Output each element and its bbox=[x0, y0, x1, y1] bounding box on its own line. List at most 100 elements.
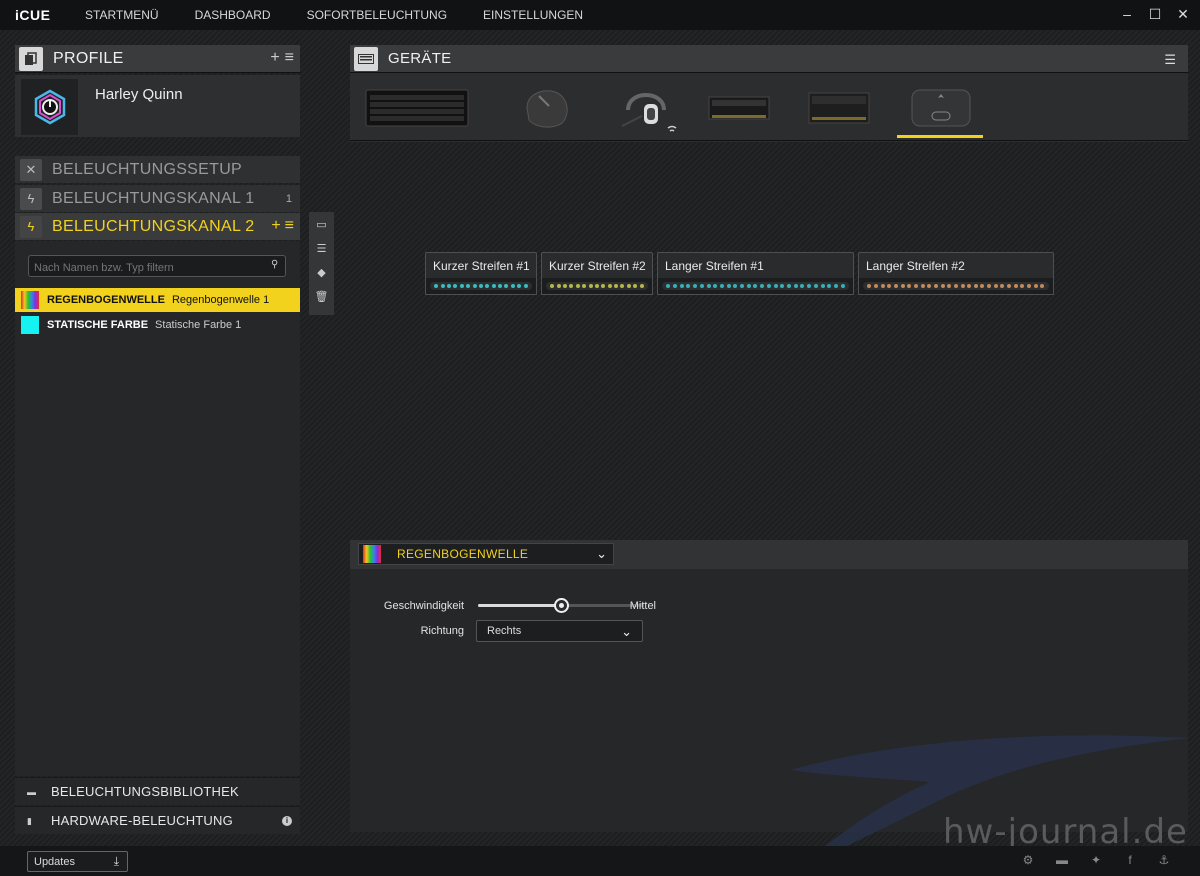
channel-menu-button[interactable]: ≡ bbox=[285, 217, 294, 235]
rainbow-swatch bbox=[363, 545, 381, 563]
led bbox=[673, 284, 678, 288]
profile-name: Harley Quinn bbox=[95, 86, 183, 103]
layers-icon[interactable]: ☰ bbox=[315, 242, 329, 258]
add-effect-button[interactable]: + bbox=[271, 217, 280, 235]
copy-icon[interactable]: ▭ bbox=[315, 218, 329, 234]
strip-short-1[interactable]: Kurzer Streifen #1 bbox=[425, 252, 537, 295]
strip-long-1[interactable]: Langer Streifen #1 bbox=[657, 252, 854, 295]
strip-leds bbox=[662, 282, 849, 290]
led bbox=[446, 284, 451, 288]
nav-instant-lighting[interactable]: SOFORTBELEUCHTUNG bbox=[307, 8, 447, 22]
add-profile-button[interactable]: + bbox=[270, 50, 279, 66]
nav-startmenu[interactable]: STARTMENÜ bbox=[85, 8, 159, 22]
led bbox=[980, 284, 985, 288]
led bbox=[607, 284, 612, 288]
minimize-icon[interactable]: – bbox=[1120, 6, 1134, 22]
led bbox=[773, 284, 778, 288]
chat-icon[interactable]: ▬ bbox=[1054, 853, 1070, 867]
trash-icon[interactable]: 🗑 bbox=[315, 290, 329, 306]
profile-menu-button[interactable]: ≡ bbox=[285, 50, 294, 66]
strip-leds bbox=[430, 282, 532, 290]
led bbox=[666, 284, 671, 288]
speed-value: Mittel bbox=[629, 600, 656, 612]
mouse-icon bbox=[526, 90, 568, 128]
hardware-lighting-row[interactable]: ▮ HARDWARE-BELEUCHTUNG i bbox=[15, 806, 300, 834]
led bbox=[807, 284, 812, 288]
led bbox=[510, 284, 515, 288]
led bbox=[780, 284, 785, 288]
led bbox=[1020, 284, 1025, 288]
device-keyboard[interactable] bbox=[364, 77, 470, 139]
strip-label: Langer Streifen #2 bbox=[858, 252, 1054, 278]
facebook-icon[interactable]: f bbox=[1122, 853, 1138, 867]
led bbox=[472, 284, 477, 288]
corsair-icon[interactable]: ⚓ bbox=[1156, 853, 1172, 867]
led bbox=[594, 284, 599, 288]
lighting-channel-1-row[interactable]: ϟ BELEUCHTUNGSKANAL 1 1 bbox=[15, 185, 300, 212]
strip-short-2[interactable]: Kurzer Streifen #2 bbox=[541, 252, 653, 295]
chevron-down-icon: ⌄ bbox=[621, 624, 632, 639]
device-lighting-node[interactable] bbox=[905, 77, 977, 139]
maximize-icon[interactable]: ☐ bbox=[1148, 6, 1162, 22]
device-ram-rgb[interactable] bbox=[806, 77, 872, 139]
effect-name: Regenbogenwelle 1 bbox=[171, 294, 270, 306]
lighting-library-row[interactable]: ▬ BELEUCHTUNGSBIBLIOTHEK bbox=[15, 777, 300, 805]
led bbox=[562, 284, 567, 288]
chevron-down-icon: ⌄ bbox=[596, 546, 607, 561]
led bbox=[498, 284, 503, 288]
updates-button[interactable]: Updates ⤓ bbox=[27, 851, 128, 872]
lighting-library-label: BELEUCHTUNGSBIBLIOTHEK bbox=[51, 784, 239, 799]
led bbox=[953, 284, 958, 288]
led bbox=[1040, 284, 1045, 288]
led bbox=[679, 284, 684, 288]
speed-slider-fill bbox=[478, 604, 561, 607]
profiles-icon bbox=[19, 46, 43, 71]
move-icon[interactable]: ◆ bbox=[315, 266, 329, 282]
devices-title: GERÄTE bbox=[388, 50, 452, 67]
led bbox=[746, 284, 751, 288]
lightning-icon: ϟ bbox=[20, 215, 42, 238]
device-headset[interactable] bbox=[612, 77, 682, 139]
profile-card[interactable]: Harley Quinn bbox=[15, 75, 300, 137]
led bbox=[686, 284, 691, 288]
hardware-lighting-label: HARDWARE-BELEUCHTUNG bbox=[51, 813, 233, 828]
effect-row-static-color[interactable]: STATISCHE FARBE Statische Farbe 1 bbox=[15, 313, 300, 337]
community-icon[interactable]: ⚙ bbox=[1020, 853, 1036, 867]
led bbox=[760, 284, 765, 288]
effect-type-select[interactable]: REGENBOGENWELLE ⌄ bbox=[358, 543, 614, 565]
led bbox=[827, 284, 832, 288]
led bbox=[893, 284, 898, 288]
device-mouse[interactable] bbox=[516, 77, 578, 139]
effect-row-rainbow-wave[interactable]: REGENBOGENWELLE Regenbogenwelle 1 bbox=[15, 288, 300, 312]
close-icon[interactable]: ✕ bbox=[1176, 6, 1190, 22]
nav-settings[interactable]: EINSTELLUNGEN bbox=[483, 8, 583, 22]
led bbox=[1000, 284, 1005, 288]
led bbox=[1027, 284, 1032, 288]
led bbox=[582, 284, 587, 288]
lighting-channel-2-row[interactable]: ϟ BELEUCHTUNGSKANAL 2 + ≡ bbox=[15, 213, 300, 240]
led bbox=[907, 284, 912, 288]
led bbox=[733, 284, 738, 288]
led bbox=[1033, 284, 1038, 288]
strip-long-2[interactable]: Langer Streifen #2 bbox=[858, 252, 1054, 295]
search-icon[interactable]: ⚲ bbox=[271, 259, 278, 270]
led bbox=[833, 284, 838, 288]
devices-header: GERÄTE ☰ bbox=[350, 45, 1188, 73]
led bbox=[880, 284, 885, 288]
led bbox=[550, 284, 555, 288]
lighting-setup-row[interactable]: ✕ BELEUCHTUNGSSETUP bbox=[15, 156, 300, 183]
info-icon[interactable]: i bbox=[282, 815, 292, 826]
nav-dashboard[interactable]: DASHBOARD bbox=[195, 8, 271, 22]
profiles-header: PROFILE + ≡ bbox=[15, 45, 300, 73]
direction-select[interactable]: Rechts ⌄ bbox=[476, 620, 643, 642]
headset-icon bbox=[621, 93, 677, 132]
led bbox=[491, 284, 496, 288]
devices-menu-icon[interactable]: ☰ bbox=[1164, 52, 1176, 68]
filter-input[interactable] bbox=[28, 255, 286, 277]
direction-value: Rechts bbox=[487, 625, 522, 637]
led bbox=[726, 284, 731, 288]
led bbox=[478, 284, 483, 288]
effect-name: Statische Farbe 1 bbox=[155, 319, 242, 331]
twitter-icon[interactable]: ✦ bbox=[1088, 853, 1104, 867]
device-ram[interactable] bbox=[706, 77, 772, 139]
